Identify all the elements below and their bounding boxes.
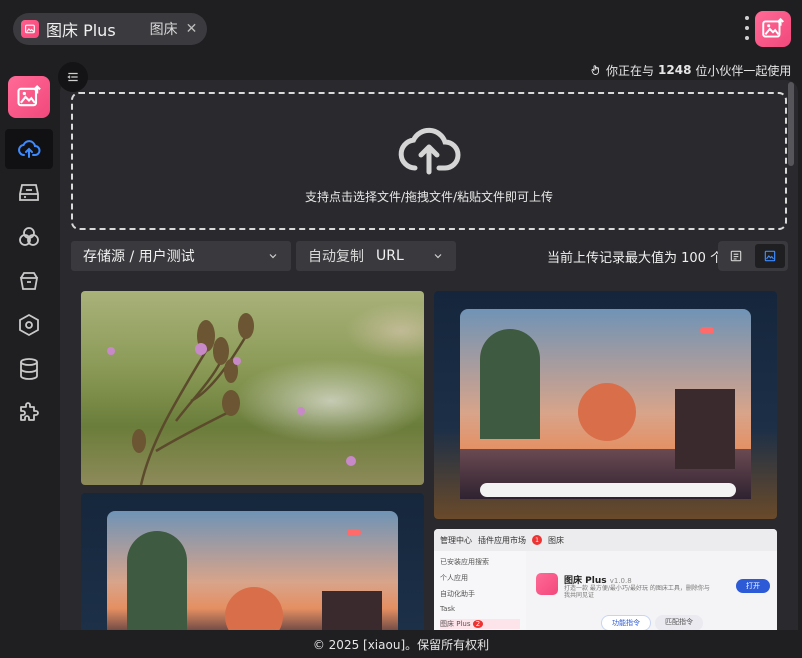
sun-shape [225, 587, 283, 630]
shot-tab-b: 匹配指令 [655, 615, 703, 630]
flower-illustration [107, 313, 356, 485]
building-shape [675, 389, 735, 469]
online-prefix: 你正在与 [606, 63, 655, 78]
shot-tab-bar: 管理中心 插件应用市场 1 图床 [434, 529, 777, 551]
max-records-text: 当前上传记录最大值为 100 个 [547, 250, 724, 266]
editor-canvas [460, 309, 751, 499]
scrollbar-thumb[interactable] [788, 82, 794, 166]
online-count: 1248 [658, 63, 692, 77]
view-toggle [718, 241, 788, 271]
sidebar-item-storage[interactable] [5, 173, 53, 213]
shot-badge: 1 [532, 535, 542, 545]
uploaded-image-editor-screenshot-2[interactable] [81, 493, 424, 630]
upload-dropzone[interactable]: 支持点击选择文件/拖拽文件/粘贴文件即可上传 [71, 92, 787, 230]
app-logo-icon [21, 20, 39, 38]
gallery-view-button[interactable] [755, 244, 785, 268]
upload-hint: 支持点击选择文件/拖拽文件/粘贴文件即可上传 [304, 189, 554, 204]
shot-group: 个人应用 [440, 574, 468, 582]
shot-tab-image: 图床 [548, 535, 564, 545]
sidebar-item-upload[interactable] [5, 129, 53, 169]
building-shape [322, 591, 382, 630]
storage-select[interactable]: 存储源 / 用户测试 [71, 241, 291, 271]
image-view-icon [764, 250, 776, 262]
cloud-upload-icon [398, 127, 461, 174]
shot-item2: Task [440, 605, 456, 613]
uploaded-image-editor-screenshot[interactable] [434, 291, 777, 519]
online-users-text: 你正在与 1248 位小伙伴一起使用 [590, 61, 791, 79]
list-view-button[interactable] [721, 244, 751, 268]
circles-icon [19, 227, 39, 246]
shot-side-badge: 2 [472, 620, 484, 628]
sidebar-logo-icon[interactable] [8, 76, 50, 118]
sidebar [0, 58, 58, 630]
drive-icon [19, 184, 39, 201]
shot-sidebar: 已安装应用搜索 个人应用 自动化助手 Task 图床 Plus 2 [434, 551, 526, 630]
collapse-sidebar-button[interactable] [58, 62, 88, 92]
sidebar-item-box[interactable] [5, 261, 53, 301]
shot-open-button: 打开 [736, 579, 770, 593]
tab-strip: 图床 Plus 图床 ✕ [13, 13, 208, 45]
storage-select-value: 存储源 / 用户测试 [83, 249, 195, 265]
shot-tab-a: 功能指令 [601, 615, 651, 630]
upload-toolbar: 存储源 / 用户测试 自动复制 URL 当前上传记录最大值为 100 个 [71, 241, 788, 271]
auto-copy-select[interactable]: 自动复制 URL [296, 241, 456, 271]
sidebar-item-circles[interactable] [5, 217, 53, 257]
tab-label: 图床 [149, 22, 178, 38]
shot-tab-manage: 管理中心 [440, 535, 472, 545]
shot-version: v1.0.8 [609, 577, 632, 585]
app-tab[interactable]: 图床 Plus [13, 13, 138, 45]
more-menu-icon[interactable] [744, 16, 750, 40]
shot-item3: 图床 Plus [440, 620, 471, 628]
sidebar-item-plugin[interactable] [5, 393, 53, 433]
list-view-icon [730, 250, 742, 262]
hand-icon [591, 65, 599, 75]
editor-toolbar [480, 483, 736, 497]
app-title: 图床 Plus [46, 21, 116, 40]
shot-body: 图床 Plus v1.0.8 打造一款 最方便/最小巧/最好玩 的图床工具，删除… [526, 551, 777, 630]
sidebar-item-hexagon[interactable] [5, 305, 53, 345]
main-panel: 支持点击选择文件/拖拽文件/粘贴文件即可上传 存储源 / 用户测试 自动复制 U… [60, 80, 798, 630]
shot-desc: 打造一款 最方便/最小巧/最好玩 的图床工具，删除你与我共同见证 [564, 585, 710, 600]
tree-shape [127, 531, 187, 630]
hexagon-icon [19, 313, 39, 337]
shot-app-logo-icon [536, 573, 558, 595]
auto-copy-label: 自动复制 [308, 249, 364, 265]
shot-tab-market: 插件应用市场 [478, 535, 526, 545]
shot-search: 已安装应用搜索 [440, 558, 489, 566]
box-icon [19, 272, 39, 290]
uploaded-image-flower[interactable] [81, 291, 424, 485]
zoom-badge [700, 327, 714, 334]
footer: © 2025 [xiaou]。保留所有权利 [0, 630, 802, 658]
zoom-badge [347, 529, 361, 536]
cloud-upload-icon [18, 140, 41, 158]
tab-image-host[interactable]: 图床 ✕ [127, 13, 208, 45]
puzzle-icon [20, 402, 39, 421]
app-corner-logo-icon[interactable] [755, 11, 791, 47]
shot-tabs: 功能指令 匹配指令 [601, 615, 703, 630]
sun-shape [578, 383, 636, 441]
shot-item1: 自动化助手 [440, 590, 475, 598]
top-bar: 图床 Plus 图床 ✕ [0, 0, 802, 58]
database-icon [20, 358, 38, 380]
menu-fold-icon [67, 72, 78, 82]
close-icon[interactable]: ✕ [186, 22, 198, 36]
uploaded-image-app-screenshot[interactable]: 管理中心 插件应用市场 1 图床 已安装应用搜索 个人应用 自动化助手 Task… [434, 529, 777, 630]
chevron-down-icon [269, 254, 277, 259]
sidebar-item-database[interactable] [5, 349, 53, 389]
auto-copy-value: URL [376, 248, 404, 264]
editor-canvas [107, 511, 398, 630]
chevron-down-icon [434, 254, 442, 259]
online-suffix: 位小伙伴一起使用 [695, 63, 792, 78]
tree-shape [480, 329, 540, 439]
